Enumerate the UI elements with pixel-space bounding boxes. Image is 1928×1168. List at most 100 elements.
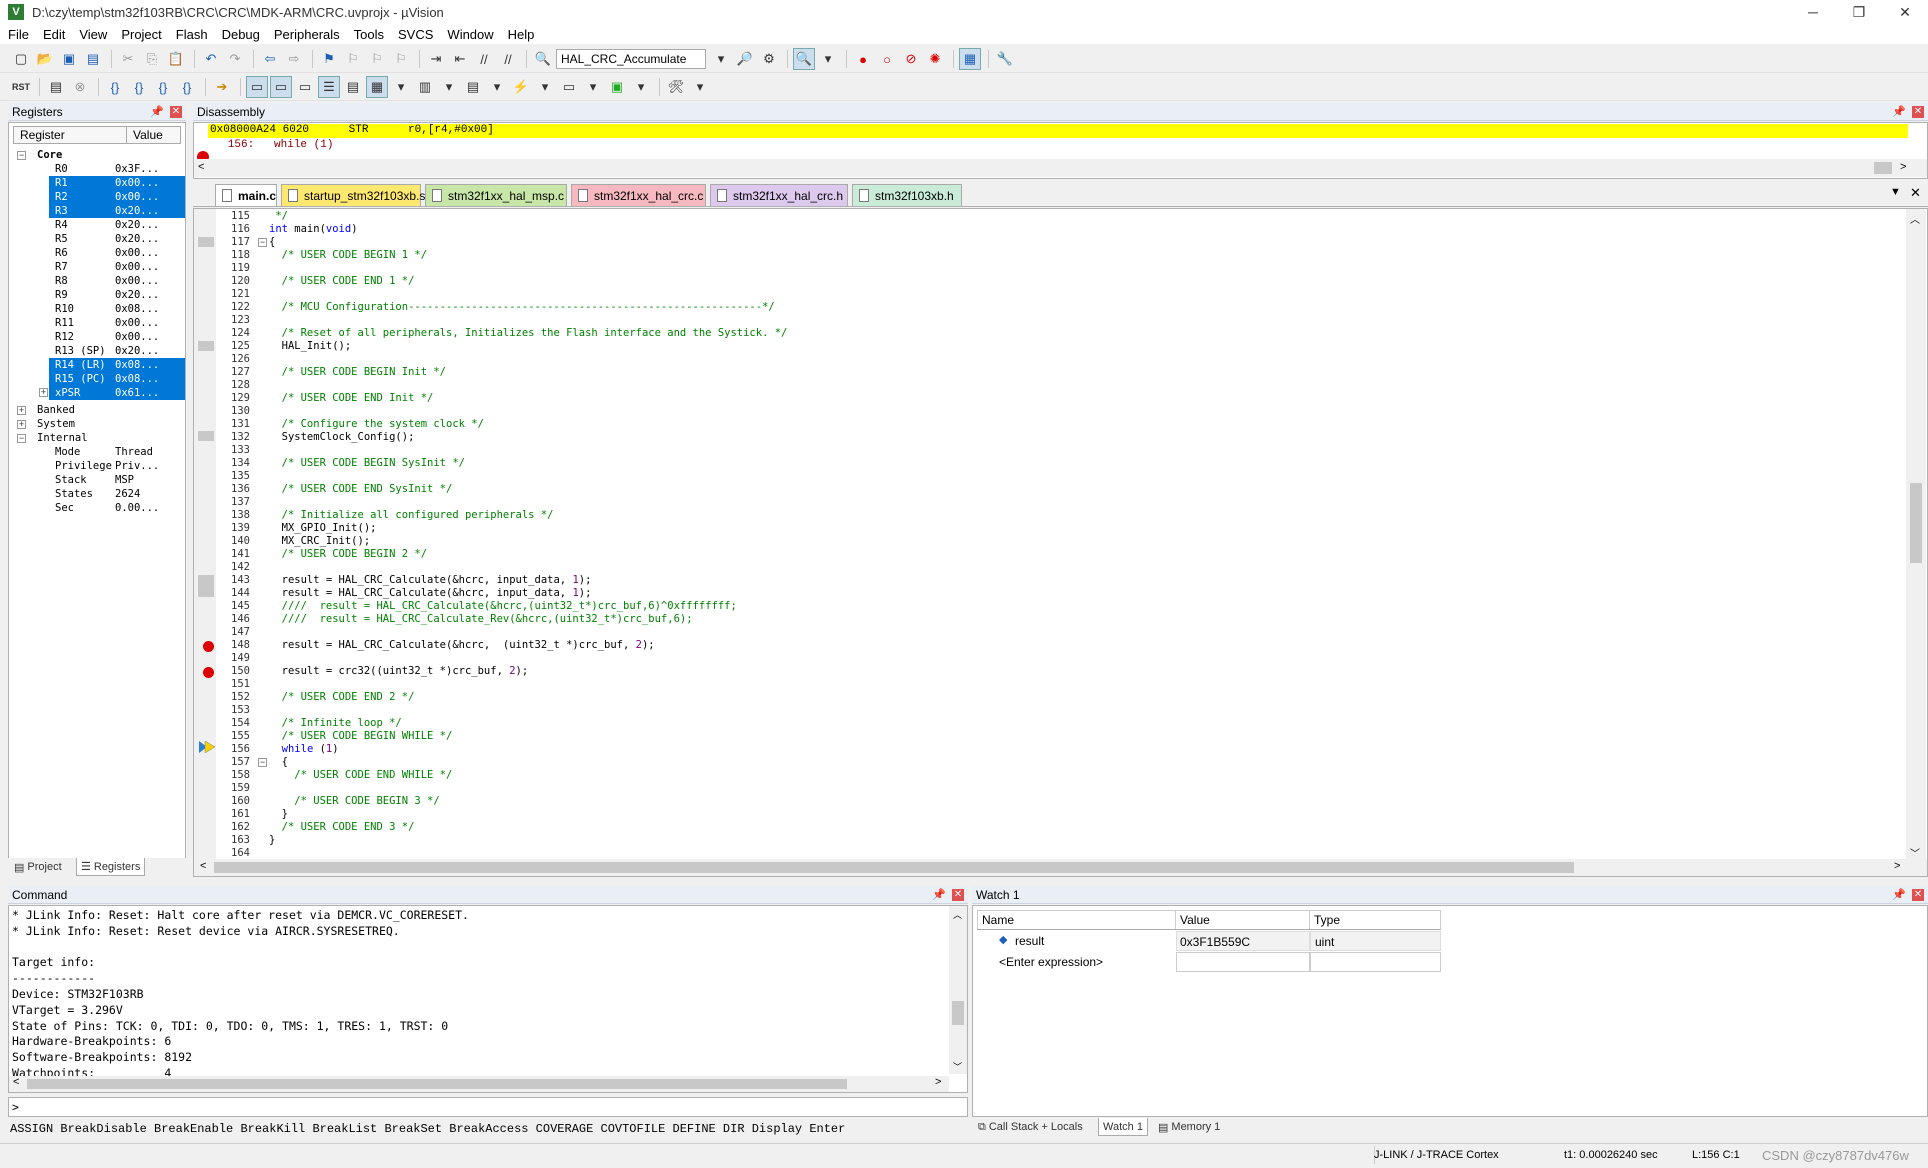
cut-icon[interactable]: ✂	[117, 48, 139, 70]
enable-breakpoint-icon[interactable]: ○	[876, 48, 898, 70]
code-line[interactable]: /* USER CODE BEGIN 3 */	[269, 795, 439, 807]
next-bookmark-icon[interactable]: ⚐	[366, 48, 388, 70]
register-value[interactable]: 0x61...	[115, 387, 159, 399]
tab-hal-crc-c[interactable]: stm32f1xx_hal_crc.c	[571, 184, 706, 206]
close-panel-icon[interactable]: ✕	[1912, 106, 1924, 118]
fold-toggle-icon[interactable]: −	[258, 238, 267, 247]
scroll-thumb[interactable]	[1910, 483, 1922, 563]
menu-flash[interactable]: Flash	[176, 27, 208, 42]
nav-back-icon[interactable]: ⇦	[259, 48, 281, 70]
uncomment-icon[interactable]: //	[497, 48, 519, 70]
value-column[interactable]: Value	[1176, 911, 1310, 929]
menu-svcs[interactable]: SVCS	[398, 27, 433, 42]
configure-icon[interactable]: 🔧	[994, 48, 1016, 70]
indent-icon[interactable]: ⇥	[425, 48, 447, 70]
register-value[interactable]: 0x00...	[115, 261, 159, 273]
watch-row-value[interactable]: 0x3F1B559C	[1176, 931, 1310, 951]
code-line[interactable]: result = HAL_CRC_Calculate(&hcrc, input_…	[269, 574, 592, 586]
register-row[interactable]: R3 0x20...	[49, 204, 185, 218]
internal-register-row[interactable]: States 2624	[49, 487, 185, 501]
register-value[interactable]: 0x00...	[115, 247, 159, 259]
system-viewer-icon[interactable]: ▣	[606, 76, 628, 98]
register-value[interactable]: 0x08...	[115, 373, 159, 385]
xpsr-toggle-icon[interactable]: +	[39, 388, 48, 397]
register-value[interactable]: 0x00...	[115, 331, 159, 343]
run-icon[interactable]: ▤	[45, 76, 67, 98]
menu-project[interactable]: Project	[121, 27, 161, 42]
code-line[interactable]: */	[269, 210, 288, 222]
internal-group-label[interactable]: Internal	[37, 431, 88, 445]
code-line[interactable]: /* USER CODE END SysInit */	[269, 483, 453, 495]
system-toggle-icon[interactable]: +	[17, 420, 26, 429]
redo-icon[interactable]: ↷	[224, 48, 246, 70]
register-row[interactable]: R6 0x00...	[49, 246, 185, 260]
pin-icon[interactable]: 📌	[932, 888, 946, 901]
dropdown-arrow-icon[interactable]: ▾	[486, 76, 508, 98]
editor-gutter[interactable]	[194, 209, 216, 859]
menu-window[interactable]: Window	[447, 27, 493, 42]
stop-icon[interactable]: ⊗	[69, 76, 91, 98]
scroll-up-icon[interactable]: ︿	[1910, 211, 1920, 226]
editor-hscrollbar[interactable]: < >	[193, 859, 1928, 877]
fold-toggle-icon[interactable]: −	[258, 758, 267, 767]
code-line[interactable]: MX_CRC_Init();	[269, 535, 371, 547]
save-all-icon[interactable]: ▤	[82, 48, 104, 70]
enter-expression-row[interactable]: <Enter expression>	[977, 952, 1441, 972]
source-line[interactable]: 156: while (1)	[208, 139, 334, 151]
run-to-cursor-icon[interactable]: {}	[176, 76, 198, 98]
minimize-button[interactable]: ─	[1790, 0, 1836, 24]
register-value[interactable]: 0x08...	[115, 359, 159, 371]
analysis-window-icon[interactable]: ⚡	[510, 76, 532, 98]
bookmark-icon[interactable]: ⚑	[318, 48, 340, 70]
code-line[interactable]: result = HAL_CRC_Calculate(&hcrc, (uint3…	[269, 639, 655, 651]
find-options-icon[interactable]: ⚙	[758, 48, 780, 70]
dropdown-arrow-icon[interactable]: ▾	[630, 76, 652, 98]
core-toggle-icon[interactable]: −	[17, 151, 26, 160]
tab-memory-1[interactable]: ▤ Memory 1	[1154, 1118, 1224, 1136]
tab-hal-crc-h[interactable]: stm32f1xx_hal_crc.h	[710, 184, 848, 206]
register-row[interactable]: R2 0x00...	[49, 190, 185, 204]
code-line[interactable]: /* Configure the system clock */	[269, 418, 484, 430]
menu-edit[interactable]: Edit	[43, 27, 65, 42]
register-row[interactable]: R4 0x20...	[49, 218, 185, 232]
code-line[interactable]: /* USER CODE END WHILE */	[269, 769, 452, 781]
code-editor[interactable]: 115 */ 116 int main(void) 117 {118 /* USER C…	[193, 208, 1928, 860]
find-combo[interactable]: HAL_CRC_Accumulate	[556, 49, 706, 69]
tab-registers[interactable]: ☰ Registers	[76, 858, 146, 876]
code-line[interactable]: result = HAL_CRC_Calculate(&hcrc, input_…	[269, 587, 592, 599]
register-row[interactable]: R7 0x00...	[49, 260, 185, 274]
name-column[interactable]: Name	[978, 911, 1176, 929]
command-input-field[interactable]: >	[8, 1097, 968, 1117]
window-layout-icon[interactable]: ▦	[959, 48, 981, 70]
dropdown-arrow-icon[interactable]: ▾	[438, 76, 460, 98]
insert-breakpoint-icon[interactable]: ●	[852, 48, 874, 70]
register-column[interactable]: Register	[14, 127, 127, 143]
current-instruction-line[interactable]: 0x08000A24 6020 STR r0,[r4,#0x00]	[208, 124, 1908, 138]
command-window-icon[interactable]: ▭	[246, 76, 268, 98]
scroll-thumb[interactable]	[27, 1079, 847, 1089]
scroll-thumb[interactable]	[1874, 162, 1892, 174]
code-line[interactable]: result = crc32((uint32_t *)crc_buf, 2);	[269, 665, 529, 677]
scroll-down-icon[interactable]: ﹀	[1910, 845, 1920, 860]
register-value[interactable]: MSP	[115, 474, 134, 486]
undo-icon[interactable]: ↶	[200, 48, 222, 70]
banked-group-label[interactable]: Banked	[37, 403, 75, 417]
command-hscrollbar[interactable]: < >	[9, 1076, 949, 1092]
code-line[interactable]: {	[269, 236, 275, 248]
prev-bookmark-icon[interactable]: ⚐	[342, 48, 364, 70]
step-over-icon[interactable]: {}	[128, 76, 150, 98]
code-line[interactable]: /* USER CODE END 1 */	[269, 275, 415, 287]
code-line[interactable]: HAL_Init();	[269, 340, 352, 352]
code-line[interactable]: SystemClock_Config();	[269, 431, 415, 443]
code-line[interactable]: /* USER CODE END Init */	[269, 392, 434, 404]
banked-toggle-icon[interactable]: +	[17, 406, 26, 415]
register-row[interactable]: R15 (PC) 0x08...	[49, 372, 185, 386]
code-line[interactable]: }	[269, 808, 288, 820]
menu-debug[interactable]: Debug	[222, 27, 260, 42]
core-group-label[interactable]: Core	[37, 148, 62, 162]
incremental-find-icon[interactable]: 🔎	[734, 48, 756, 70]
register-row[interactable]: R11 0x00...	[49, 316, 185, 330]
register-value[interactable]: 0x00...	[115, 191, 159, 203]
close-panel-icon[interactable]: ✕	[1912, 889, 1924, 901]
code-line[interactable]: /* USER CODE END 2 */	[269, 691, 415, 703]
